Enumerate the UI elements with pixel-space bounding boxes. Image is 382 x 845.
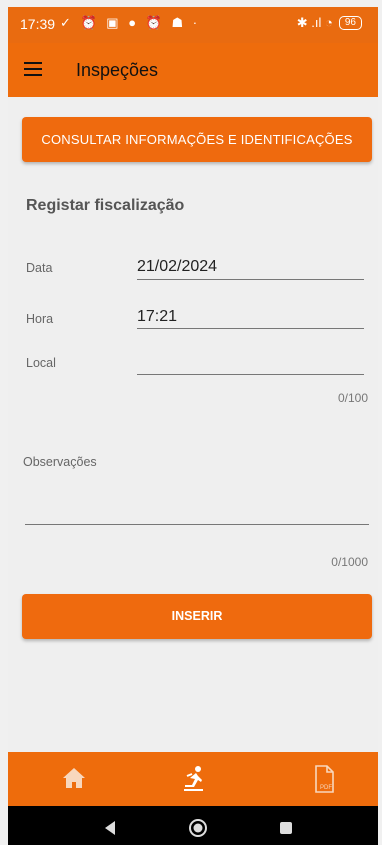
time-field[interactable]: 17:21 [137,308,177,326]
location-char-counter: 0/100 [337,391,368,405]
notes-input-underline [25,524,369,525]
notes-char-counter: 0/1000 [331,555,368,569]
time-label: Hora [26,312,54,326]
bottom-navigation: PDF [8,752,378,806]
status-bar: 17:39 ✓ ⏰ ▣ ● ⏰ ☗ · ✱ .ıl ◔ 96 [8,7,378,43]
app-bar: Inspeções [8,43,378,97]
date-label: Data [26,261,53,275]
notes-input[interactable] [25,503,369,523]
date-field-underline [137,279,364,280]
system-navigation-bar [8,806,378,845]
insert-button[interactable]: INSERIR [22,594,372,639]
time-field-underline [137,328,364,329]
back-icon[interactable] [103,820,117,841]
menu-icon[interactable] [24,62,42,76]
battery-icon: 96 [338,16,362,30]
consult-info-button[interactable]: CONSULTAR INFORMAÇÕES E IDENTIFICAÇÕES [22,117,372,162]
notes-label: Observações [23,455,97,469]
recents-icon[interactable] [278,820,294,841]
date-field[interactable]: 21/02/2024 [137,258,217,276]
home-system-icon[interactable] [188,818,208,843]
page-title: Inspeções [76,60,159,80]
status-time: 17:39 [20,16,56,32]
pdf-icon-text: PDF [320,785,332,791]
bluetooth-signal-icon: ✱ .ıl ◔ [296,15,333,30]
status-system-icons: ✱ .ıl ◔ 96 [297,15,362,31]
location-label: Local [26,356,56,370]
location-input[interactable] [137,356,364,374]
home-icon[interactable] [54,762,94,798]
status-notification-icons: ✓ ⏰ ▣ ● ⏰ ☗ · [60,15,201,30]
location-input-underline [137,374,364,375]
inspector-icon[interactable] [173,762,213,798]
app-frame: 17:39 ✓ ⏰ ▣ ● ⏰ ☗ · ✱ .ıl ◔ 96 Inspeções… [8,7,378,845]
pdf-file-icon[interactable]: PDF [303,762,343,798]
form-section-title: Registar fiscalização [26,197,185,214]
